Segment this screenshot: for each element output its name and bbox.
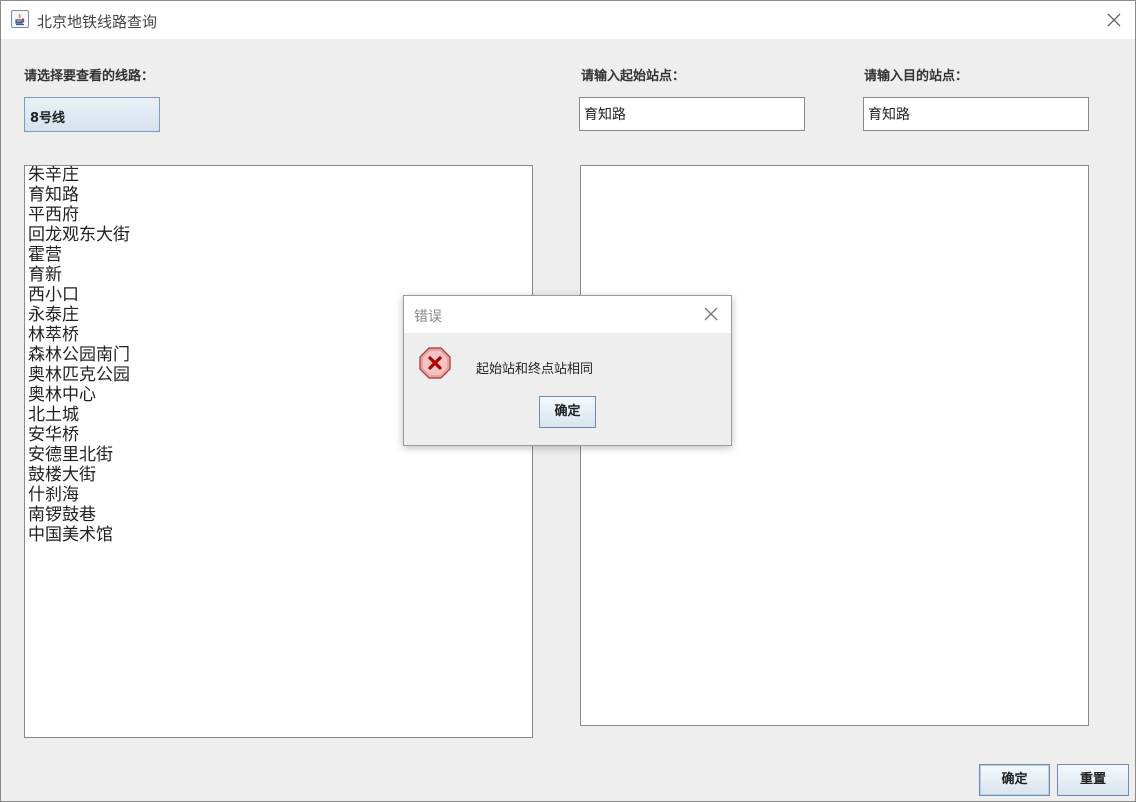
station-list-item[interactable]: 森林公园南门 (25, 345, 130, 365)
dialog-message: 起始站和终点站相同 (476, 362, 594, 377)
dialog-title: 错误 (414, 309, 442, 325)
station-list-item[interactable]: 什刹海 (25, 485, 130, 505)
station-list-items: 朱辛庄 育知路 平西府 回龙观东大街 霍营 育新 西小口 永泰庄 林萃桥 森林公园南门 奥林匹克公园… (25, 166, 130, 545)
station-list-item[interactable]: 西小口 (25, 285, 130, 305)
station-list-item[interactable]: 育新 (25, 265, 130, 285)
station-list-item[interactable]: 霍营 (25, 245, 130, 265)
line-select-value: 8号线 (30, 111, 66, 126)
error-dialog: 错误 起始站和终点站相同 确定 (403, 295, 732, 446)
confirm-button[interactable]: 确定 (979, 764, 1050, 796)
end-station-label: 请输入目的站点： (864, 69, 969, 84)
station-list-item[interactable]: 永泰庄 (25, 305, 130, 325)
line-select-dropdown[interactable]: 8号线 (24, 97, 160, 132)
start-station-field[interactable] (579, 97, 805, 131)
station-list-item[interactable]: 奥林中心 (25, 385, 130, 405)
station-list-item[interactable]: 回龙观东大街 (25, 225, 130, 245)
window-close-icon[interactable] (1101, 7, 1127, 33)
dialog-close-icon[interactable] (701, 304, 721, 324)
start-station-input[interactable] (580, 98, 804, 130)
start-station-label: 请输入起始站点： (581, 69, 686, 84)
station-list-item[interactable]: 鼓楼大街 (25, 465, 130, 485)
end-station-input[interactable] (864, 98, 1088, 130)
station-list[interactable]: 朱辛庄 育知路 平西府 回龙观东大街 霍营 育新 西小口 永泰庄 林萃桥 森林公园南门 奥林匹克公园… (24, 165, 533, 738)
line-select-label: 请选择要查看的线路： (24, 69, 155, 84)
station-list-item[interactable]: 安德里北街 (25, 445, 130, 465)
reset-button[interactable]: 重置 (1057, 764, 1129, 796)
dialog-ok-button[interactable]: 确定 (539, 396, 596, 428)
title-bar: 北京地铁线路查询 (1, 1, 1135, 39)
station-list-item[interactable]: 林萃桥 (25, 325, 130, 345)
station-list-item[interactable]: 朱辛庄 (25, 166, 130, 185)
station-list-item[interactable]: 奥林匹克公园 (25, 365, 130, 385)
station-list-item[interactable]: 育知路 (25, 185, 130, 205)
station-list-item[interactable]: 平西府 (25, 205, 130, 225)
java-app-icon (11, 10, 29, 28)
error-icon (418, 346, 452, 380)
station-list-item[interactable]: 南锣鼓巷 (25, 505, 130, 525)
window-title: 北京地铁线路查询 (37, 13, 158, 31)
dialog-title-bar: 错误 (404, 296, 731, 333)
station-list-item[interactable]: 安华桥 (25, 425, 130, 445)
station-list-item[interactable]: 北土城 (25, 405, 130, 425)
end-station-field[interactable] (863, 97, 1089, 131)
station-list-item[interactable]: 中国美术馆 (25, 525, 130, 545)
